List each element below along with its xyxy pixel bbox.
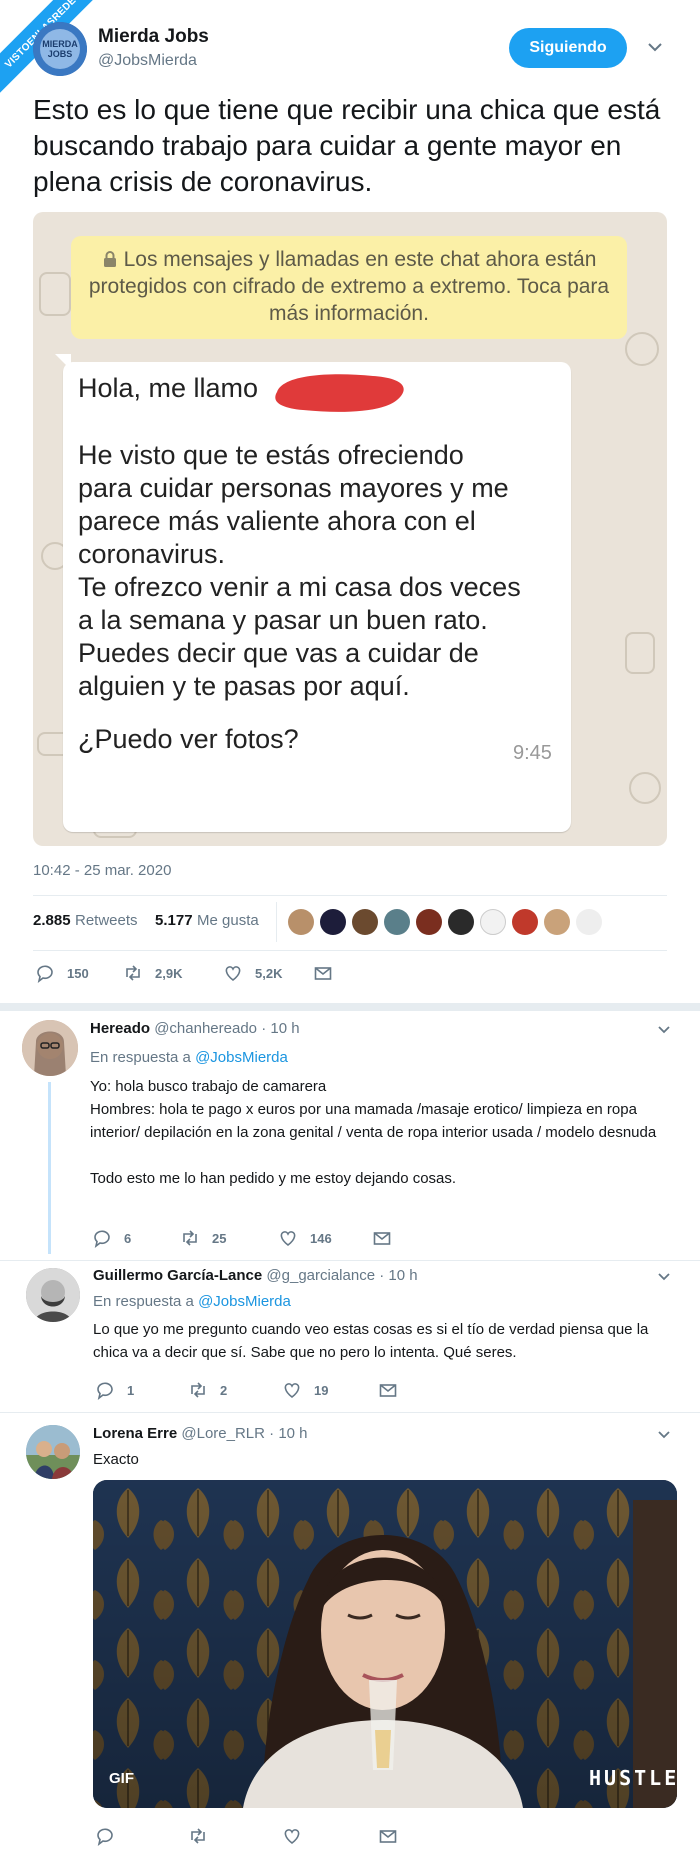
tweet-text: Esto es lo que tiene que recibir una chi…	[33, 94, 661, 197]
reply-actions	[95, 1826, 398, 1846]
reply-button[interactable]	[95, 1826, 188, 1846]
retweets-stat[interactable]: 2.885 Retweets	[33, 912, 138, 930]
dm-button[interactable]	[313, 963, 333, 983]
liker-avatar[interactable]	[480, 909, 506, 935]
in-reply-to-link[interactable]: @JobsMierda	[195, 1049, 288, 1066]
envelope-icon	[379, 1384, 397, 1397]
chevron-down-icon[interactable]	[646, 38, 664, 56]
reply-button[interactable]: 6	[92, 1228, 180, 1248]
liker-avatar[interactable]	[448, 909, 474, 935]
reply-header: Hereado @chanhereado · 10 h	[90, 1020, 300, 1037]
envelope-icon	[373, 1232, 391, 1245]
dm-button[interactable]	[372, 1228, 392, 1248]
chat-screenshot: Los mensajes y llamadas en este chat aho…	[33, 212, 667, 846]
in-reply-to: En respuesta a @JobsMierda	[93, 1293, 291, 1310]
reply-time[interactable]: · 10 h	[261, 1020, 299, 1037]
like-button[interactable]	[282, 1826, 378, 1846]
svg-text:JOBS: JOBS	[48, 49, 73, 59]
reply-header: Lorena Erre @Lore_RLR · 10 h	[93, 1425, 308, 1442]
in-reply-to-link[interactable]: @JobsMierda	[198, 1293, 291, 1310]
reply-author-name[interactable]: Lorena Erre	[93, 1425, 177, 1442]
liker-avatar[interactable]	[288, 909, 314, 935]
message-paragraph-3: ¿Puedo ver fotos?	[78, 724, 299, 754]
reply-icon	[37, 965, 53, 983]
author-avatar[interactable]: MIERDA JOBS	[33, 22, 87, 76]
message-paragraph-2: Te ofrezco venir a mi casa dos veces a l…	[78, 572, 521, 701]
reply-author-handle[interactable]: @Lore_RLR	[181, 1425, 265, 1442]
dm-button[interactable]	[378, 1826, 398, 1846]
liker-avatar[interactable]	[320, 909, 346, 935]
envelope-icon	[314, 967, 332, 980]
chat-message-bubble: Hola, me llamo He visto que te estás ofr…	[63, 362, 571, 832]
main-tweet-actions: 150 2,9K 5,2K	[35, 963, 333, 983]
following-button[interactable]: Siguiendo	[509, 28, 627, 68]
message-time: 9:45	[513, 742, 552, 764]
heart-icon	[280, 1231, 296, 1247]
heart-icon	[284, 1383, 300, 1399]
retweet-button[interactable]	[188, 1826, 282, 1846]
reply-header: Guillermo García-Lance @g_garcialance · …	[93, 1267, 418, 1284]
like-button[interactable]: 19	[282, 1380, 378, 1400]
retweet-icon	[126, 965, 140, 981]
reply-button[interactable]: 150	[35, 963, 123, 983]
reply-avatar[interactable]	[26, 1425, 80, 1479]
author-name[interactable]: Mierda Jobs	[98, 26, 209, 48]
lock-icon	[102, 250, 118, 268]
gif-media[interactable]: GIF HUSTLE	[93, 1480, 677, 1808]
reply-icon	[97, 1828, 113, 1846]
likes-stat[interactable]: 5.177 Me gusta	[155, 912, 259, 930]
reply-button[interactable]: 1	[95, 1380, 188, 1400]
in-reply-to: En respuesta a @JobsMierda	[90, 1049, 288, 1066]
message-greeting: Hola, me llamo	[78, 373, 259, 403]
retweet-button[interactable]: 2	[188, 1380, 282, 1400]
heart-icon	[225, 966, 241, 982]
liker-avatar[interactable]	[352, 909, 378, 935]
retweet-icon	[191, 1382, 205, 1398]
chevron-down-icon[interactable]	[656, 1269, 672, 1285]
reply-actions: 1 2 19	[95, 1380, 398, 1400]
reply-icon	[97, 1382, 113, 1400]
retweet-icon	[191, 1828, 205, 1844]
message-paragraph-1: He visto que te estás ofreciendo para cu…	[78, 440, 509, 569]
reply-icon	[94, 1230, 110, 1248]
name-redaction	[273, 366, 413, 418]
reply-text: Lo que yo me pregunto cuando veo estas c…	[93, 1321, 649, 1361]
liker-avatars[interactable]	[288, 909, 602, 935]
retweet-button[interactable]: 2,9K	[123, 963, 223, 983]
liker-avatar[interactable]	[384, 909, 410, 935]
author-handle[interactable]: @JobsMierda	[98, 52, 197, 70]
reply-author-name[interactable]: Hereado	[90, 1020, 150, 1037]
liker-avatar[interactable]	[416, 909, 442, 935]
reply-author-handle[interactable]: @chanhereado	[154, 1020, 257, 1037]
svg-text:MIERDA: MIERDA	[42, 39, 78, 49]
gif-watermark: HUSTLE	[589, 1766, 677, 1790]
reply-avatar[interactable]	[26, 1268, 80, 1322]
liker-avatar[interactable]	[544, 909, 570, 935]
like-button[interactable]: 5,2K	[223, 963, 313, 983]
like-button[interactable]: 146	[278, 1228, 372, 1248]
envelope-icon	[379, 1830, 397, 1843]
encryption-notice[interactable]: Los mensajes y llamadas en este chat aho…	[71, 236, 627, 339]
reply-actions: 6 25 146	[92, 1228, 392, 1248]
reply-text: Exacto	[93, 1451, 139, 1468]
chevron-down-icon[interactable]	[656, 1022, 672, 1038]
retweet-icon	[183, 1230, 197, 1246]
reply-time[interactable]: · 10 h	[379, 1267, 417, 1284]
reply-time[interactable]: · 10 h	[269, 1425, 307, 1442]
liker-avatar[interactable]	[512, 909, 538, 935]
tweet-timestamp[interactable]: 10:42 - 25 mar. 2020	[33, 862, 171, 879]
reply-author-handle[interactable]: @g_garcialance	[266, 1267, 375, 1284]
heart-icon	[284, 1829, 300, 1845]
reply-text: Yo: hola busco trabajo de camarera Hombr…	[90, 1078, 657, 1187]
liker-avatar[interactable]	[576, 909, 602, 935]
gif-badge: GIF	[109, 1770, 134, 1787]
reply-author-name[interactable]: Guillermo García-Lance	[93, 1267, 262, 1284]
reply-avatar[interactable]	[22, 1020, 78, 1076]
dm-button[interactable]	[378, 1380, 398, 1400]
retweet-button[interactable]: 25	[180, 1228, 278, 1248]
chevron-down-icon[interactable]	[656, 1427, 672, 1443]
